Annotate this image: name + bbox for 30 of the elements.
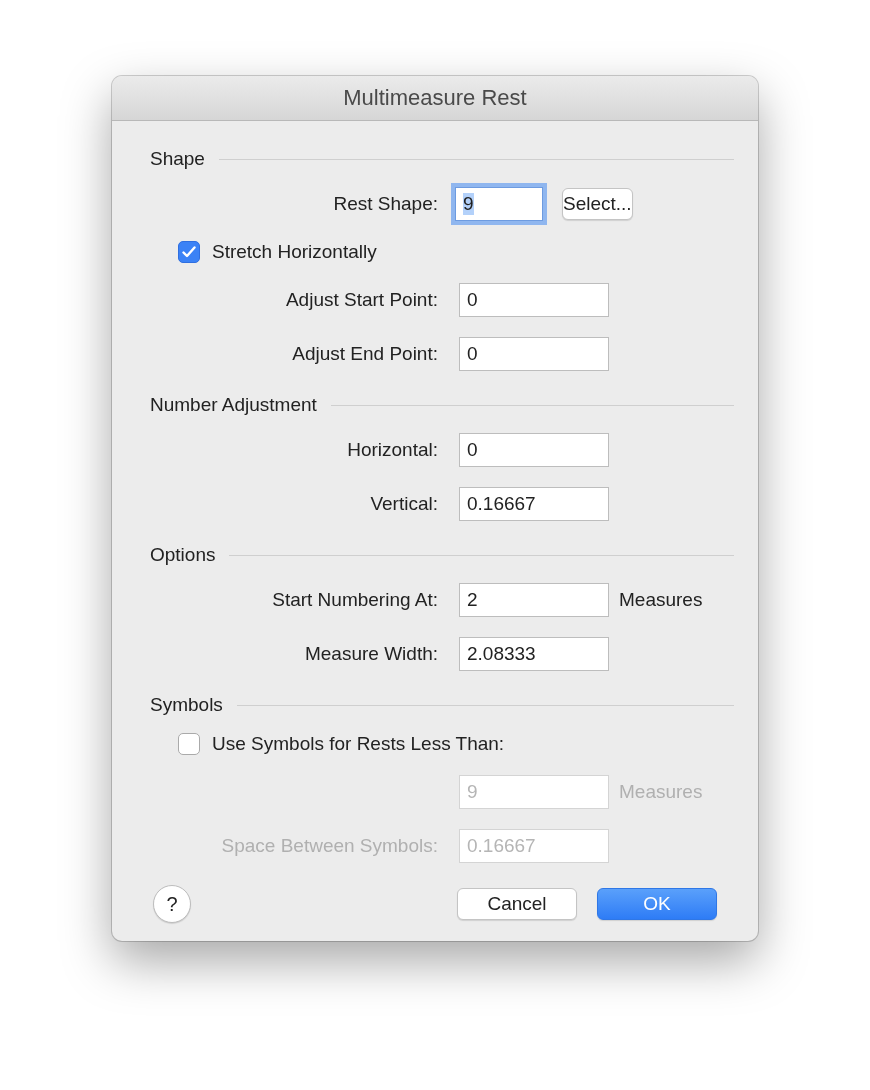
text-field[interactable]: 0 — [459, 433, 609, 467]
select-button[interactable]: Select... — [562, 188, 633, 220]
checkbox-label: Stretch Horizontally — [212, 241, 377, 263]
help-button[interactable]: ? — [153, 885, 191, 923]
text-field[interactable]: 0.16667 — [459, 487, 609, 521]
section-title: Shape — [150, 148, 205, 170]
field-label: Adjust Start Point: — [284, 289, 438, 311]
field-label: Horizontal: — [346, 439, 438, 461]
text-field[interactable]: 9 — [455, 187, 543, 221]
section-title: Options — [150, 544, 216, 566]
unit-label: Measures — [619, 781, 704, 803]
field-label: Adjust End Point: — [291, 343, 438, 365]
text-field[interactable]: 2 — [459, 583, 609, 617]
section-title: Symbols — [150, 694, 223, 716]
checkbox-label: Use Symbols for Rests Less Than: — [212, 733, 505, 755]
field-label: Space Between Symbols: — [220, 835, 438, 857]
checkbox[interactable] — [178, 241, 200, 263]
field-label: Rest Shape: — [332, 193, 438, 215]
text-field[interactable]: 0 — [459, 337, 609, 371]
field-label: Vertical: — [369, 493, 438, 515]
checkmark-icon — [182, 246, 196, 258]
text-field[interactable]: 2.08333 — [459, 637, 609, 671]
checkbox[interactable] — [178, 733, 200, 755]
text-field[interactable]: 0 — [459, 283, 609, 317]
field-label: Measure Width: — [303, 643, 438, 665]
field-label: Start Numbering At: — [271, 589, 438, 611]
cancel-button[interactable]: Cancel — [457, 888, 577, 920]
unit-label: Measures — [619, 589, 704, 611]
section-title: Number Adjustment — [150, 394, 317, 416]
window-title: Multimeasure Rest — [343, 85, 527, 111]
